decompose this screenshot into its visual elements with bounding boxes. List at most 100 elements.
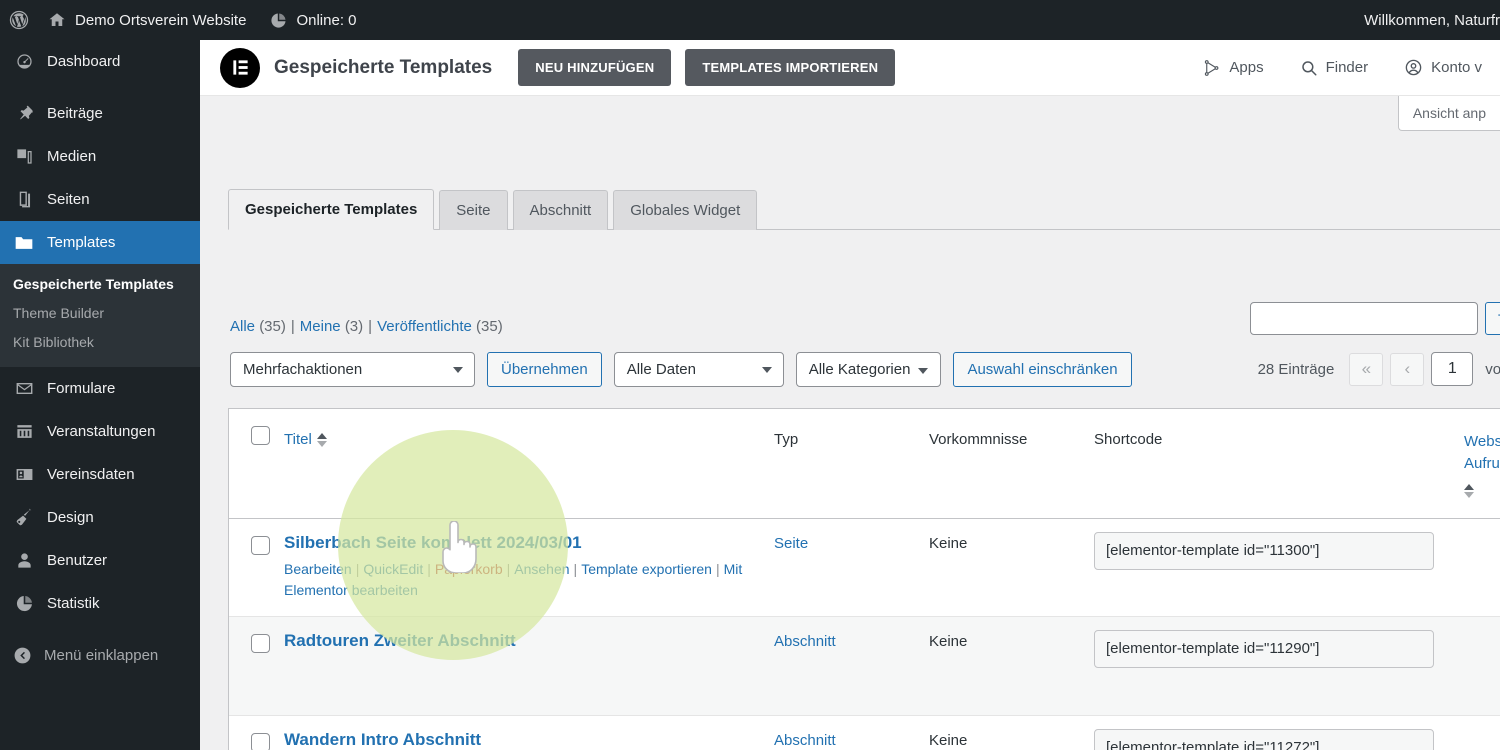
main-content: Gespeicherte Templates NEU HINZUFÜGEN TE… [200,40,1500,750]
screen-options-button[interactable]: Ansicht anp [1397,96,1500,131]
column-header-views-line2: Aufruf [1464,454,1500,472]
action-papierkorb[interactable]: Papierkorb [435,561,503,577]
site-name-button[interactable]: Demo Ortsverein Website [36,0,258,40]
search-input[interactable] [1249,302,1478,335]
action-bearbeiten[interactable]: Bearbeiten [284,561,352,577]
sidebar-item-medien[interactable]: Medien [0,135,200,178]
row-title-cell: Radtouren Zweiter Abschnitt [284,617,774,663]
row-typ-cell: Abschnitt [774,716,929,750]
table-row: Radtouren Zweiter Abschnitt Abschnitt Ke… [229,616,1500,716]
row-title-link[interactable]: Radtouren Zweiter Abschnitt [284,631,764,651]
current-page-input[interactable]: 1 [1431,352,1474,386]
sidebar-item-formulare[interactable]: Formulare [0,367,200,410]
prev-page-button[interactable]: ‹ [1390,352,1425,386]
filter-link-alle[interactable]: Alle (35) [230,318,286,335]
sidebar-item-seiten[interactable]: Seiten [0,178,200,221]
row-vorkommnisse-cell: Keine [929,519,1094,565]
row-checkbox[interactable] [251,732,270,750]
category-filter-select[interactable]: Alle Kategorien [795,352,942,387]
sidebar-item-veranstaltungen[interactable]: Veranstaltungen [0,410,200,453]
row-select-cell [229,519,284,555]
row-title-link[interactable]: Wandern Intro Abschnitt [284,730,764,750]
search-submit-button[interactable]: Templat [1484,302,1500,335]
tab-globales-widget[interactable]: Globales Widget [613,190,758,230]
shortcode-input[interactable] [1094,728,1434,750]
account-label: Konto v [1431,59,1482,76]
user-icon [13,551,35,570]
folder-icon [13,233,35,253]
wordpress-logo-button[interactable] [0,0,36,40]
narrow-selection-button[interactable]: Auswahl einschränken [953,352,1132,387]
filter-link-meine[interactable]: Meine (3) [300,318,363,335]
column-header-typ: Typ [774,431,799,448]
bulk-actions-select[interactable]: Mehrfachaktionen [230,352,475,387]
sidebar-item-benutzer[interactable]: Benutzer [0,539,200,582]
row-typ-link[interactable]: Abschnitt [774,633,836,650]
account-menu[interactable]: Willkommen, Naturfr [1352,0,1500,40]
table-row: Wandern Intro Abschnitt Abschnitt Keine [229,716,1500,750]
column-header-website-aufrufe[interactable]: Websi Aufruf [1464,409,1500,518]
sidebar-item-vereinsdaten[interactable]: Vereinsdaten [0,453,200,496]
status-filter-links: Alle (35) | Meine (3) | Veröffentlichte (35) [230,318,503,335]
action-ansehen[interactable]: Ansehen [514,561,569,577]
online-counter[interactable]: Online: 0 [258,0,368,40]
column-header-title[interactable]: Titel [284,409,774,469]
row-views-cell [1464,617,1500,643]
sort-arrows-icon [316,432,327,447]
template-type-tabs: Gespeicherte Templates Seite Abschnitt G… [228,188,1500,230]
row-title-link[interactable]: Silberbach Seite komplett 2024/03/01 [284,533,764,553]
row-vorkommnisse-cell: Keine [929,716,1094,750]
add-new-button[interactable]: NEU HINZUFÜGEN [518,49,672,86]
select-all-checkbox[interactable] [251,426,270,445]
tab-seite[interactable]: Seite [439,190,508,230]
row-typ-link[interactable]: Seite [774,535,808,552]
date-filter-select[interactable]: Alle Daten [613,352,784,387]
sidebar-subitem-theme-builder[interactable]: Theme Builder [0,299,200,328]
action-quickedit[interactable]: QuickEdit [363,561,423,577]
row-checkbox[interactable] [251,633,270,653]
sidebar-subitem-gespeicherte-templates[interactable]: Gespeicherte Templates [0,270,200,299]
sidebar-item-design[interactable]: Design [0,496,200,539]
column-header-shortcode: Shortcode [1094,431,1163,448]
collapse-menu-label: Menü einklappen [44,646,159,664]
filter-link-veroeffentlichte[interactable]: Veröffentlichte (35) [377,318,503,335]
pin-icon [13,104,35,123]
apps-link[interactable]: Apps [1185,59,1281,77]
chevron-left-circle-icon [13,646,32,665]
bulk-actions-value: Mehrfachaktionen [243,361,363,378]
wp-admin-bar: Demo Ortsverein Website Online: 0 Willko… [0,0,1500,40]
pie-chart-icon [13,594,35,613]
shortcode-input[interactable] [1094,531,1434,570]
envelope-icon [13,379,35,398]
select-all-cell [229,409,284,445]
import-templates-button[interactable]: TEMPLATES IMPORTIEREN [685,49,896,86]
sidebar-item-dashboard[interactable]: Dashboard [0,40,200,83]
tab-gespeicherte-templates[interactable]: Gespeicherte Templates [228,189,435,230]
apply-button[interactable]: Übernehmen [487,352,602,387]
chevron-down-icon [761,366,772,373]
row-checkbox[interactable] [251,535,270,555]
sidebar-item-beitraege[interactable]: Beiträge [0,92,200,135]
online-count-label: Online: 0 [296,11,357,29]
sidebar-subitem-kit-bibliothek[interactable]: Kit Bibliothek [0,328,200,357]
search-icon [1300,59,1318,77]
sidebar-item-label: Formulare [47,379,116,397]
row-typ-link[interactable]: Abschnitt [774,732,836,749]
tab-abschnitt[interactable]: Abschnitt [512,190,609,230]
sidebar-item-label: Medien [47,148,97,165]
collapse-menu-button[interactable]: Menü einklappen [0,634,200,677]
row-shortcode-cell [1094,519,1464,582]
shortcode-input[interactable] [1094,629,1434,668]
elementor-logo-icon[interactable] [220,47,260,88]
finder-link[interactable]: Finder [1282,59,1387,77]
account-link[interactable]: Konto v [1386,58,1500,77]
sidebar-item-statistik[interactable]: Statistik [0,582,200,625]
column-header-views-line1: Websi [1464,433,1500,450]
sidebar-item-label: Veranstaltungen [47,422,156,440]
action-template-exportieren[interactable]: Template exportieren [581,561,712,577]
first-page-button[interactable]: « [1349,352,1384,386]
table-header-row: Titel Typ Vorkommnisse Shortcode Websi A… [229,409,1500,519]
elementor-header-links: Apps Finder Konto v [1185,58,1500,77]
sidebar-item-templates[interactable]: Templates [0,221,208,264]
admin-sidebar: Dashboard Beiträge Medien Seiten Templat… [0,40,208,750]
